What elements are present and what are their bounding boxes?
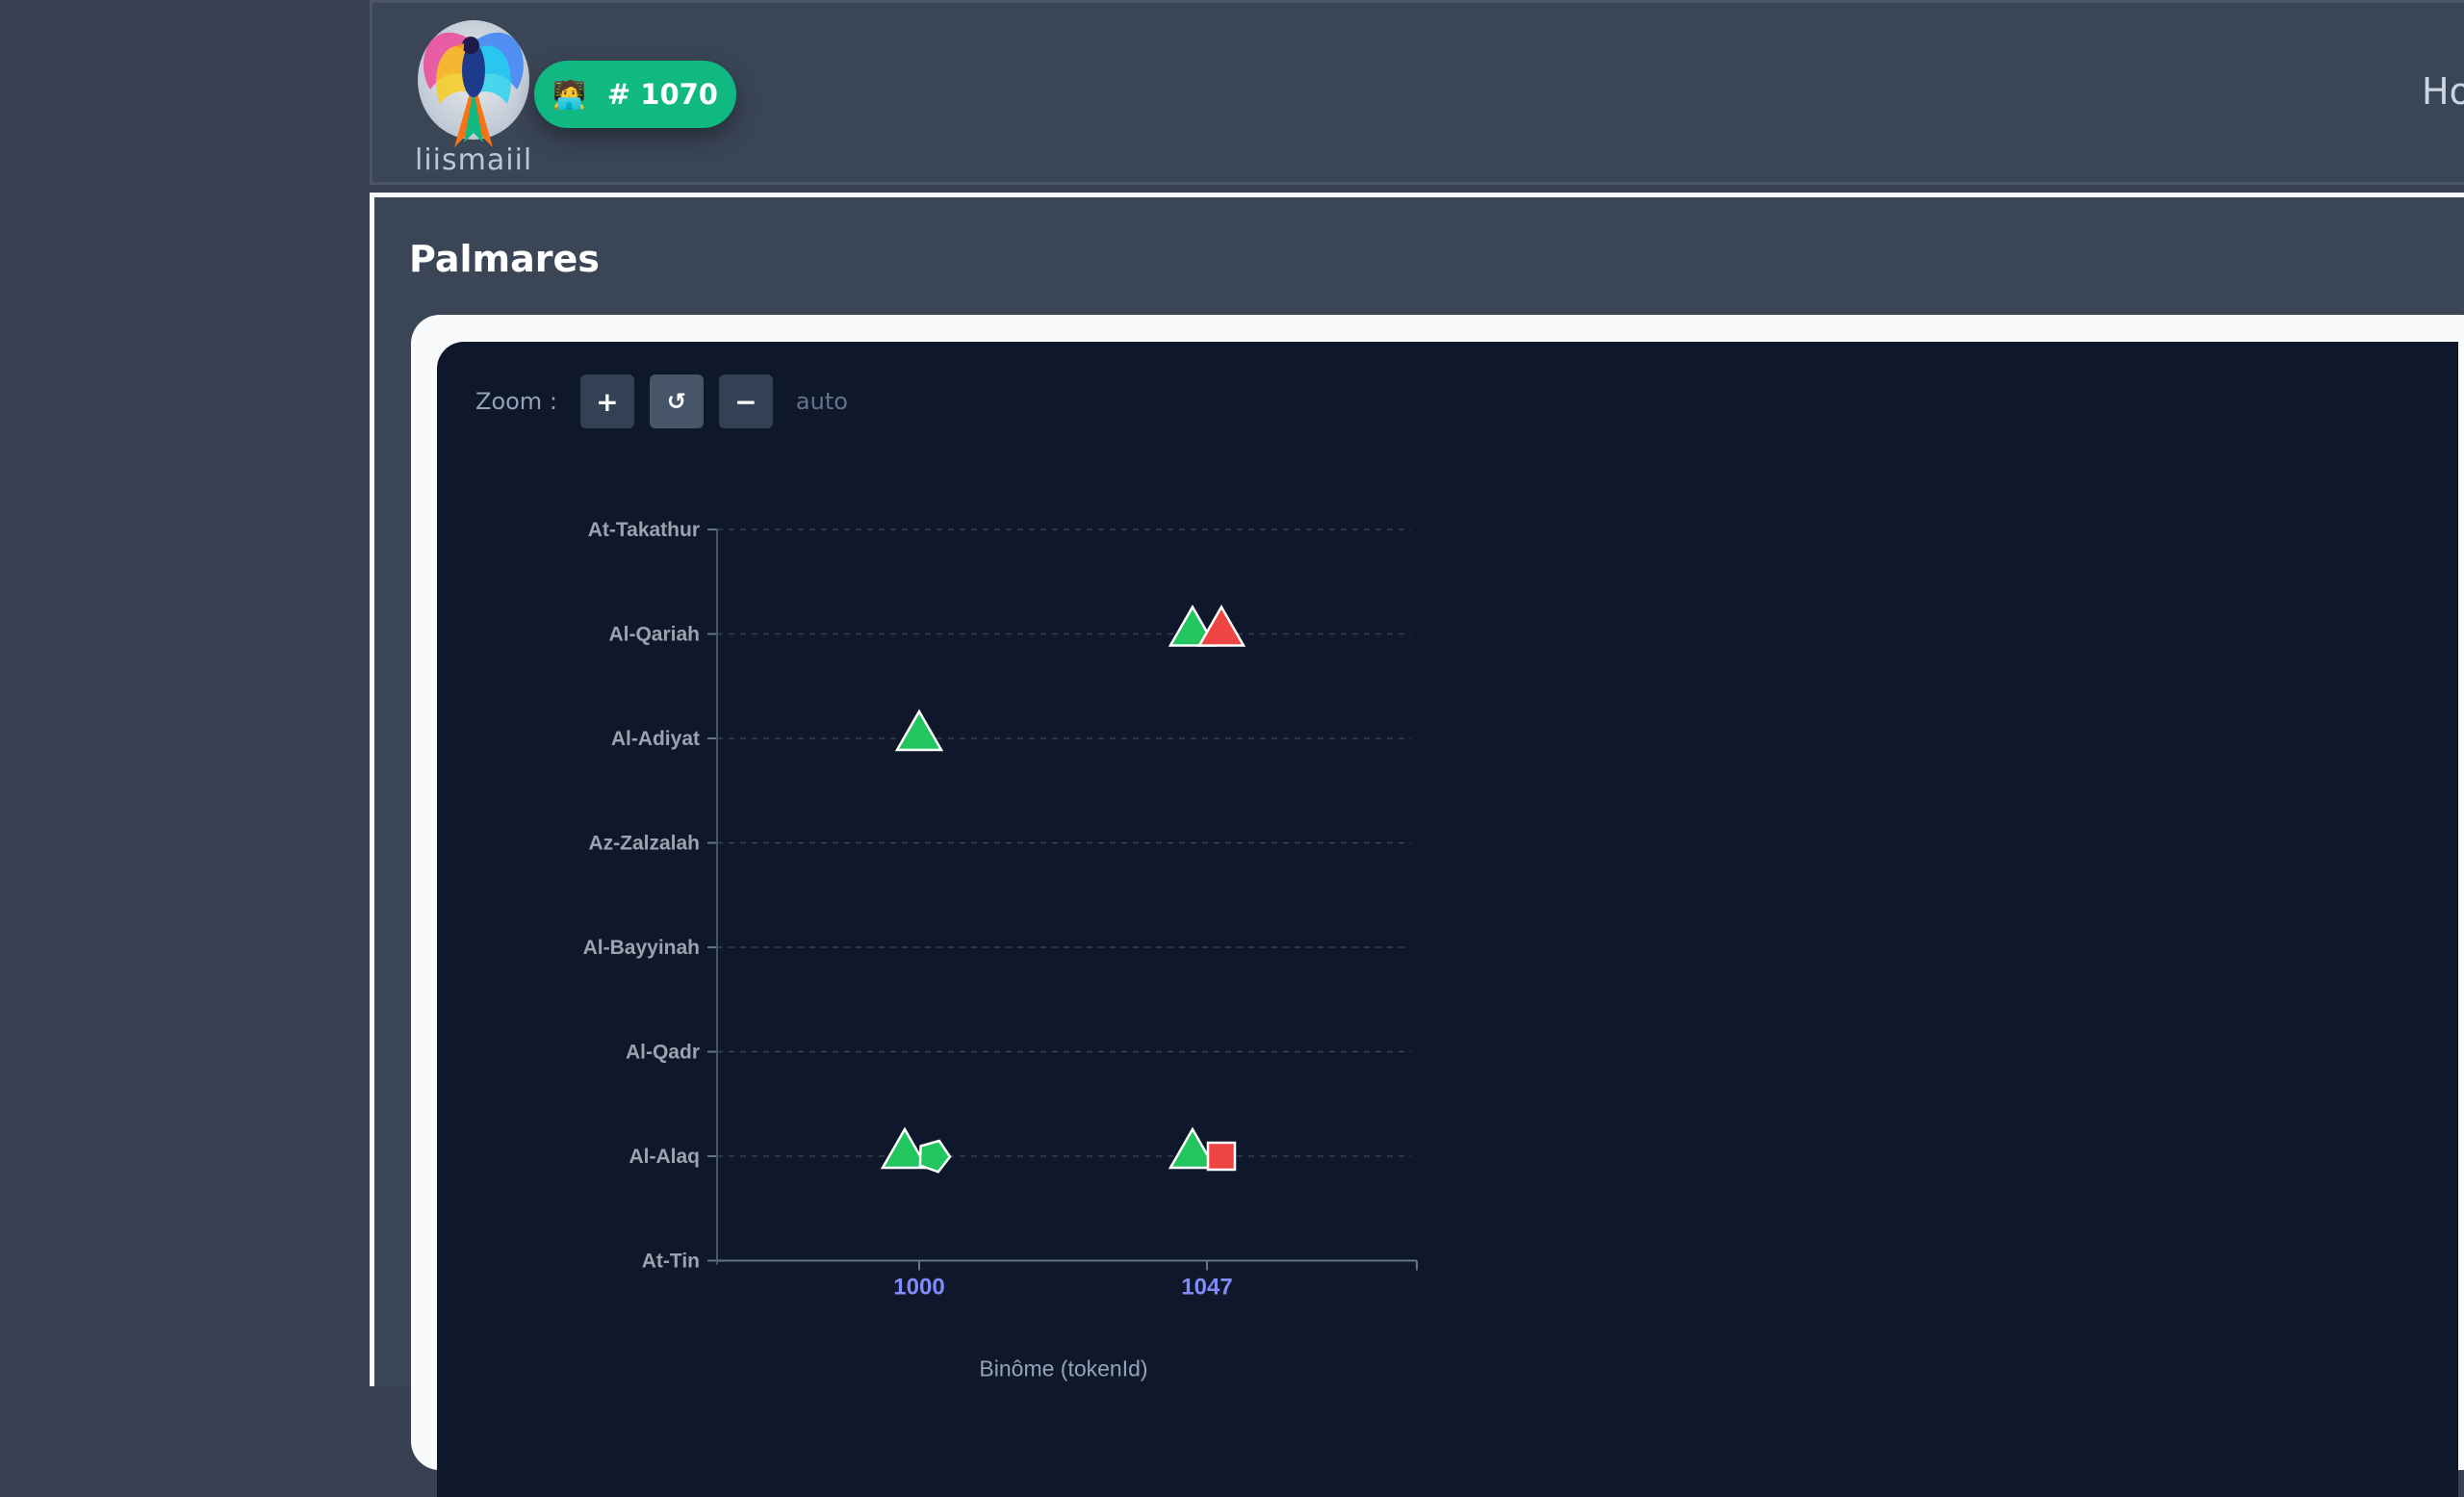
y-tick-label: Az-Zalzalah (588, 833, 700, 855)
y-tick-label: At-Tin (642, 1251, 700, 1273)
data-point-square (1206, 1141, 1237, 1172)
data-point-pentagon (918, 1139, 952, 1174)
left-rail (0, 0, 370, 1386)
x-tick-label: 1047 (1181, 1275, 1232, 1301)
page-title: Palmares (409, 238, 600, 280)
token-id-label: # 1070 (606, 78, 718, 111)
y-tick-label: Al-Alaq (629, 1146, 701, 1168)
user-avatar-icon: 🧑‍💻 (552, 78, 586, 111)
data-point-triangle (1196, 604, 1246, 647)
data-point-triangle (894, 709, 944, 752)
y-tick-label: Al-Qadr (626, 1042, 700, 1064)
logo-text: liismaiil (415, 143, 533, 177)
logo-icon[interactable] (411, 13, 536, 157)
scatter-chart: At-Takathur Al-Qariah Al-Adiyat Az-Zalzalah… (583, 519, 1418, 1381)
nav-home-link[interactable]: Ho (2422, 70, 2464, 113)
y-tick-label: Al-Adiyat (611, 728, 700, 750)
y-tick-label: At-Takathur (588, 519, 700, 541)
user-token-badge[interactable]: 🧑‍💻 # 1070 (534, 61, 736, 128)
x-tick-label: 1000 (893, 1275, 944, 1301)
y-tick-label: Al-Qariah (608, 624, 700, 646)
top-header: liismaiil 🧑‍💻 # 1070 Ho (370, 0, 2464, 185)
y-tick-label: Al-Bayyinah (583, 937, 700, 959)
x-axis-label: Binôme (tokenId) (979, 1356, 1147, 1381)
chart-panel: Zoom : + ↺ − auto At-Takathur Al-Qariah Al… (437, 342, 2458, 1497)
